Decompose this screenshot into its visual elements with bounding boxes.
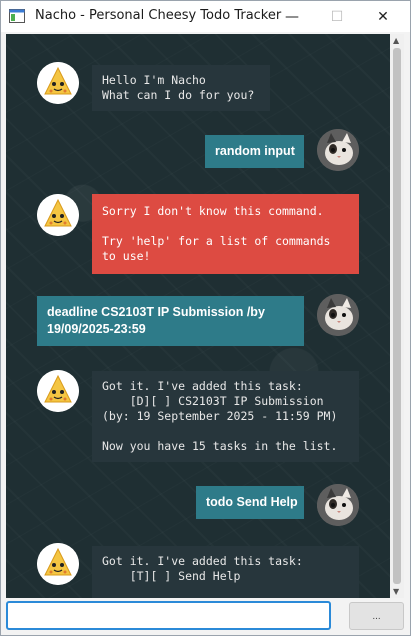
send-button-label: ... <box>372 610 381 622</box>
close-button[interactable]: ✕ <box>360 1 406 32</box>
bot-message: Hello I'm Nacho What can I do for you? <box>92 65 270 111</box>
cat-avatar-icon <box>317 484 359 526</box>
nacho-chip-avatar-icon <box>37 194 79 236</box>
error-message: Sorry I don't know this command. Try 'he… <box>92 194 359 274</box>
user-message: random input <box>205 135 304 168</box>
scroll-thumb[interactable] <box>393 48 401 584</box>
window-title: Nacho - Personal Cheesy Todo Tracker <box>35 8 282 23</box>
user-message: todo Send Help <box>196 486 304 519</box>
nacho-chip-avatar-icon <box>37 62 79 104</box>
bot-message: Got it. I've added this task: [T][ ] Sen… <box>92 546 359 598</box>
cat-avatar-icon <box>317 129 359 171</box>
bot-message: Got it. I've added this task: [D][ ] CS2… <box>92 371 359 462</box>
close-icon: ✕ <box>377 8 389 25</box>
minimize-icon: — <box>285 8 299 25</box>
nacho-chip-avatar-icon <box>37 370 79 412</box>
send-button[interactable]: ... <box>349 602 404 630</box>
scroll-down-icon[interactable]: ▼ <box>393 587 399 596</box>
chat-scrollbar[interactable]: ▲ ▼ <box>390 34 404 598</box>
chat-area[interactable]: Hello I'm Nacho What can I do for you? r… <box>6 34 390 598</box>
cat-avatar-icon <box>317 294 359 336</box>
nacho-chip-avatar-icon <box>37 543 79 585</box>
minimize-button[interactable]: — <box>269 1 315 32</box>
app-window: Nacho - Personal Cheesy Todo Tracker — ☐… <box>0 0 411 636</box>
title-bar[interactable]: Nacho - Personal Cheesy Todo Tracker — ☐… <box>1 1 410 32</box>
message-input[interactable] <box>6 601 331 630</box>
app-window-icon <box>9 9 25 23</box>
scroll-up-icon[interactable]: ▲ <box>393 36 399 45</box>
maximize-button[interactable]: ☐ <box>314 1 360 32</box>
user-message: deadline CS2103T IP Submission /by 19/09… <box>37 296 304 346</box>
maximize-icon: ☐ <box>330 8 344 25</box>
